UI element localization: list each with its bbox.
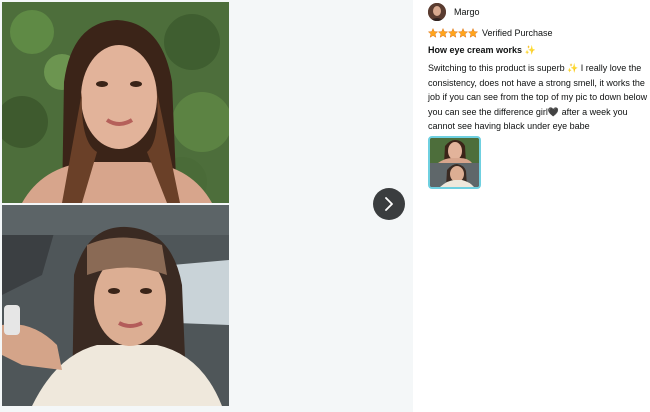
reviewer-name: Margo [454, 7, 480, 17]
avatar-icon [428, 3, 446, 21]
next-image-button[interactable] [373, 188, 405, 220]
star-icon [428, 28, 438, 38]
photo-icon [2, 205, 229, 406]
review-photo-after[interactable] [2, 205, 229, 406]
review-photo-before[interactable] [2, 2, 229, 203]
star-icon [468, 28, 478, 38]
rating-row: Verified Purchase [428, 26, 553, 40]
avatar [428, 3, 446, 21]
review-title: How eye cream works ✨ [428, 45, 536, 55]
chevron-right-icon [385, 197, 393, 211]
verified-purchase-badge: Verified Purchase [482, 28, 553, 38]
reviewer-profile[interactable]: Margo [428, 3, 480, 21]
review-panel: Margo Verified Purchase How eye cream wo… [428, 0, 650, 412]
image-viewer [0, 0, 413, 412]
star-rating [428, 28, 478, 38]
star-icon [458, 28, 468, 38]
review-body: Switching to this product is superb ✨ I … [428, 63, 648, 132]
photo-icon [2, 2, 229, 203]
star-icon [448, 28, 458, 38]
review-image-thumbnail[interactable] [428, 136, 481, 189]
star-icon [438, 28, 448, 38]
photo-icon [430, 138, 479, 187]
